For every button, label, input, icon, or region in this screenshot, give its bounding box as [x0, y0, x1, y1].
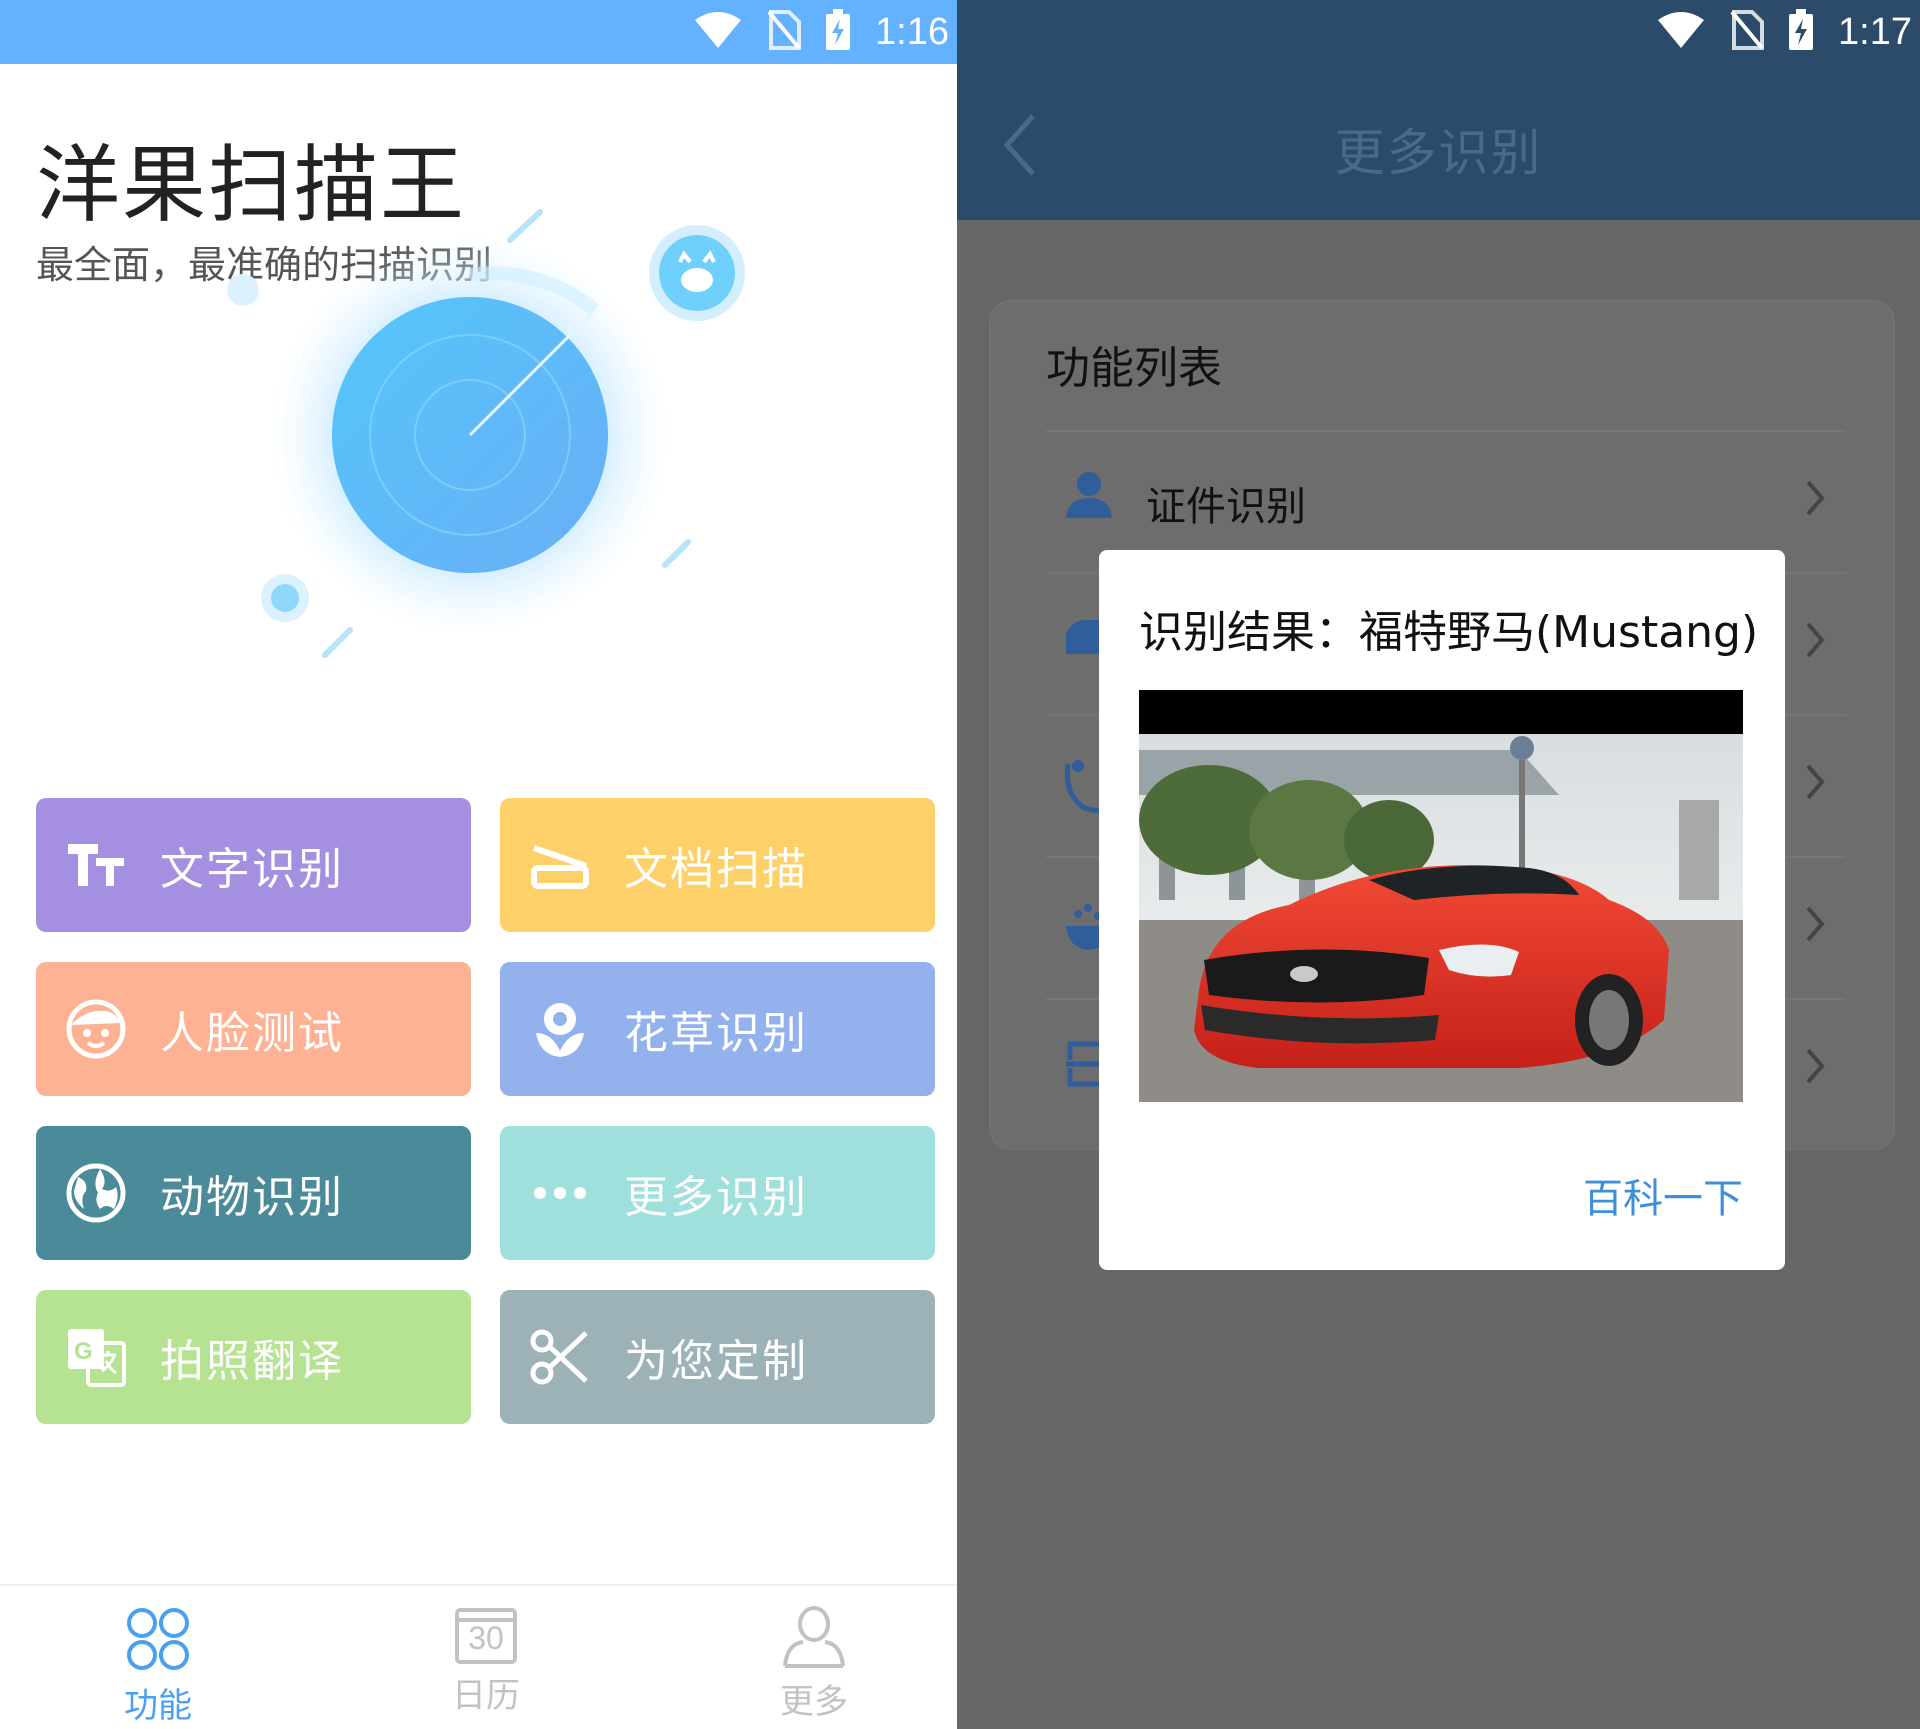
svg-text:G: G	[74, 1338, 93, 1365]
person-icon	[1064, 470, 1114, 524]
status-time: 1:17	[1838, 10, 1912, 53]
flower-icon	[530, 999, 590, 1059]
header-bar: 1:17 更多识别	[957, 0, 1920, 220]
feature-label: 文字识别	[160, 844, 344, 895]
scanner-icon	[530, 835, 590, 895]
face-icon	[66, 999, 126, 1059]
nav-label: 日历	[452, 1676, 520, 1716]
nav-label: 更多	[780, 1682, 848, 1722]
home-screen: 1:16 洋果扫描王 最全面，最准确的扫描识别 文字识别 文档扫描 人脸测试 花…	[0, 0, 957, 1729]
feature-flower-recognition-button[interactable]: 花草识别	[500, 962, 935, 1096]
result-photo	[1139, 690, 1743, 1102]
radar-illustration	[227, 209, 745, 658]
list-item-label: 证件识别	[1146, 484, 1306, 530]
screenshot-root: 1:16 洋果扫描王 最全面，最准确的扫描识别 文字识别 文档扫描 人脸测试 花…	[0, 0, 1920, 1729]
feature-label: 拍照翻译	[160, 1336, 344, 1387]
result-dialog: 识别结果：福特野马(Mustang) 百科一下	[1099, 550, 1785, 1270]
no-sim-icon	[1730, 10, 1765, 54]
feature-label: 人脸测试	[160, 1008, 344, 1059]
globe-icon	[66, 1163, 126, 1223]
dialog-title: 识别结果：福特野马(Mustang)	[1139, 607, 1759, 658]
feature-document-scan-button[interactable]: 文档扫描	[500, 798, 935, 932]
feature-label: 更多识别	[624, 1172, 808, 1223]
feature-label: 文档扫描	[624, 844, 808, 895]
chevron-right-icon	[1804, 620, 1826, 664]
battery-charging-icon	[825, 9, 851, 55]
feature-label: 花草识别	[624, 1008, 808, 1059]
bottom-nav: 功能 30 日历 更多	[0, 1584, 957, 1729]
status-time: 1:16	[875, 10, 949, 53]
nav-tab-functions[interactable]: 功能	[88, 1606, 228, 1727]
nav-label: 功能	[124, 1686, 192, 1726]
feature-more-recognition-button[interactable]: 更多识别	[500, 1126, 935, 1260]
nav-tab-more[interactable]: 更多	[744, 1606, 884, 1723]
feature-text-recognition-button[interactable]: 文字识别	[36, 798, 471, 932]
battery-charging-icon	[1788, 9, 1814, 55]
page-title: 更多识别	[1334, 124, 1543, 182]
more-recognition-screen: 1:17 更多识别 功能列表 证件识别 识别结果：福特野马(Mustang) 百…	[957, 0, 1920, 1729]
user-icon	[781, 1606, 847, 1672]
list-title: 功能列表	[1046, 343, 1222, 394]
calendar-icon: 30	[453, 1606, 519, 1666]
more-dots-icon	[530, 1163, 590, 1223]
feature-animal-recognition-button[interactable]: 动物识别	[36, 1126, 471, 1260]
scissors-icon	[530, 1327, 590, 1387]
wifi-icon	[693, 10, 743, 54]
no-sim-icon	[767, 10, 802, 54]
feature-label: 为您定制	[624, 1336, 808, 1387]
wifi-icon	[1656, 10, 1706, 54]
status-bar: 1:17	[957, 0, 1920, 64]
chevron-right-icon	[1804, 1046, 1826, 1090]
chevron-right-icon	[1804, 478, 1826, 522]
status-bar: 1:16	[0, 0, 957, 64]
feature-photo-translate-button[interactable]: G 拍照翻译	[36, 1290, 471, 1424]
feature-customize-button[interactable]: 为您定制	[500, 1290, 935, 1424]
feature-face-test-button[interactable]: 人脸测试	[36, 962, 471, 1096]
feature-label: 动物识别	[160, 1172, 344, 1223]
text-size-icon	[66, 835, 126, 895]
calendar-number: 30	[468, 1620, 504, 1656]
grid-icon	[125, 1606, 191, 1676]
encyclopedia-link[interactable]: 百科一下	[1583, 1166, 1743, 1224]
chevron-right-icon	[1804, 904, 1826, 948]
nav-tab-calendar[interactable]: 30 日历	[416, 1606, 556, 1717]
translate-icon: G	[66, 1327, 126, 1387]
chevron-right-icon	[1804, 762, 1826, 806]
